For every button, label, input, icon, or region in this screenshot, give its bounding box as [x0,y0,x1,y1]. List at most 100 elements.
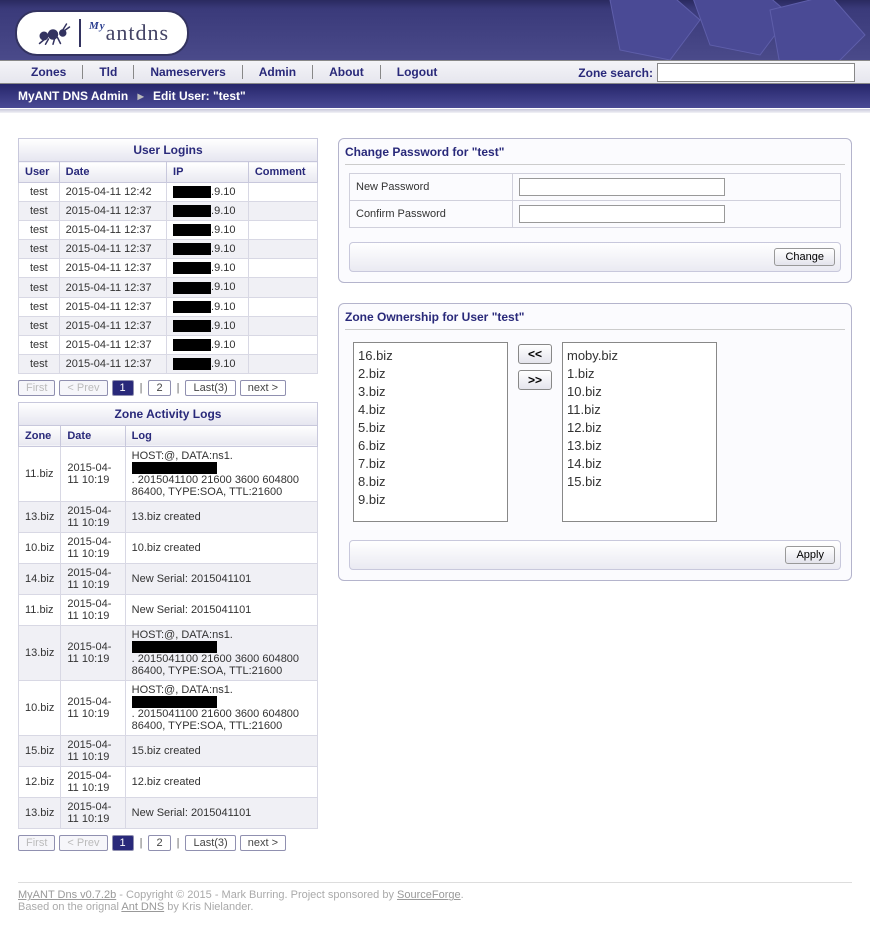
main-nav: Zones Tld Nameservers Admin About Logout… [0,60,870,84]
zone-ownership-actions: Apply [349,540,841,570]
table-row: test2015-04-11 12:37.9.10 [19,335,318,354]
table-row: 11.biz2015-04-11 10:19New Serial: 201504… [19,595,318,626]
user-logins-table: User Logins User Date IP Comment test201… [18,138,318,374]
pager-last[interactable]: Last(3) [185,835,235,851]
col-date: Date [61,425,125,446]
footer-version-link[interactable]: MyANT Dns v0.7.2b [18,889,116,901]
table-row: 12.biz2015-04-11 10:1912.biz created [19,767,318,798]
pager-first[interactable]: First [18,835,55,851]
table-row: 14.biz2015-04-11 10:19New Serial: 201504… [19,564,318,595]
nav-logout[interactable]: Logout [381,65,454,79]
change-button[interactable]: Change [774,248,835,266]
breadcrumb-root[interactable]: MyANT DNS Admin [18,89,128,103]
breadcrumb-page: Edit User: "test" [153,89,246,103]
zone-ownership-panel: Zone Ownership for User "test" 16.biz2.b… [338,303,852,581]
pager-prev[interactable]: < Prev [59,380,107,396]
pager-first[interactable]: First [18,380,55,396]
new-password-label: New Password [350,174,513,201]
nav-nameservers[interactable]: Nameservers [134,65,242,79]
table-row: test2015-04-11 12:42.9.10 [19,183,318,202]
list-item[interactable]: 12.biz [567,419,712,437]
table-row: 11.biz2015-04-11 10:19HOST:@, DATA:ns1..… [19,446,318,501]
table-row: 10.biz2015-04-11 10:1910.biz created [19,533,318,564]
list-item[interactable]: 15.biz [567,473,712,491]
list-item[interactable]: 7.biz [358,455,503,473]
list-item[interactable]: 9.biz [358,491,503,509]
table-row: test2015-04-11 12:37.9.10 [19,316,318,335]
new-password-input[interactable] [519,178,725,196]
nav-zones[interactable]: Zones [15,65,83,79]
change-password-title: Change Password for "test" [345,145,845,165]
list-item[interactable]: 4.biz [358,401,503,419]
footer-sponsor-link[interactable]: SourceForge [397,889,461,901]
list-item[interactable]: 11.biz [567,401,712,419]
dual-listbox: 16.biz2.biz3.biz4.biz5.biz6.biz7.biz8.bi… [349,338,841,526]
user-logins-title: User Logins [18,138,318,161]
col-date: Date [59,162,166,183]
list-item[interactable]: 13.biz [567,437,712,455]
list-item[interactable]: 10.biz [567,383,712,401]
nav-about[interactable]: About [313,65,381,79]
pager-next[interactable]: next > [240,380,286,396]
pager-last[interactable]: Last(3) [185,380,235,396]
col-ip: IP [167,162,249,183]
header-banner: Myantdns [0,0,870,60]
zone-search-input[interactable] [657,63,855,82]
list-item[interactable]: 8.biz [358,473,503,491]
change-password-actions: Change [349,242,841,272]
table-row: test2015-04-11 12:37.9.10 [19,297,318,316]
pager-page-1[interactable]: 1 [112,835,134,851]
list-item[interactable]: 14.biz [567,455,712,473]
apply-button[interactable]: Apply [785,546,835,564]
change-password-form: New Password Confirm Password [349,173,841,228]
logo[interactable]: Myantdns [15,10,189,56]
list-item[interactable]: 5.biz [358,419,503,437]
activity-pager: First < Prev 1 | 2 | Last(3) next > [18,835,318,851]
zone-search: Zone search: [578,63,855,82]
available-zones-list[interactable]: 16.biz2.biz3.biz4.biz5.biz6.biz7.biz8.bi… [353,342,508,522]
pager-sep: | [175,837,182,849]
table-row: 13.biz2015-04-11 10:19HOST:@, DATA:ns1..… [19,626,318,681]
zone-ownership-title: Zone Ownership for User "test" [345,310,845,330]
list-item[interactable]: 2.biz [358,365,503,383]
table-row: test2015-04-11 12:37.9.10 [19,354,318,373]
list-item[interactable]: 3.biz [358,383,503,401]
col-user: User [19,162,60,183]
confirm-password-label: Confirm Password [350,201,513,228]
chevron-right-icon: ▸ [138,89,144,103]
ant-icon [35,20,71,46]
breadcrumb: MyANT DNS Admin ▸ Edit User: "test" [0,84,870,109]
list-item[interactable]: 1.biz [567,365,712,383]
col-log: Log [125,425,317,446]
pager-page-2[interactable]: 2 [148,835,170,851]
list-item[interactable]: 16.biz [358,347,503,365]
pager-sep: | [138,382,145,394]
pager-sep: | [175,382,182,394]
list-item[interactable]: 6.biz [358,437,503,455]
table-row: 15.biz2015-04-11 10:1915.biz created [19,736,318,767]
pager-prev[interactable]: < Prev [59,835,107,851]
zone-search-label: Zone search: [578,66,653,80]
pager-page-1[interactable]: 1 [112,380,134,396]
owned-zones-list[interactable]: moby.biz1.biz10.biz11.biz12.biz13.biz14.… [562,342,717,522]
confirm-password-input[interactable] [519,205,725,223]
col-comment: Comment [248,162,317,183]
list-item[interactable]: moby.biz [567,347,712,365]
table-row: test2015-04-11 12:37.9.10 [19,221,318,240]
nav-tld[interactable]: Tld [83,65,134,79]
footer-antdns-link[interactable]: Ant DNS [121,901,164,913]
table-row: test2015-04-11 12:37.9.10 [19,278,318,297]
move-left-button[interactable]: << [518,344,552,364]
table-row: test2015-04-11 12:37.9.10 [19,259,318,278]
table-row: 10.biz2015-04-11 10:19HOST:@, DATA:ns1..… [19,681,318,736]
banner-shapes [570,0,870,60]
pager-next[interactable]: next > [240,835,286,851]
activity-table: Zone Activity Logs Zone Date Log 11.biz2… [18,402,318,829]
nav-admin[interactable]: Admin [243,65,313,79]
col-zone: Zone [19,425,61,446]
table-row: test2015-04-11 12:37.9.10 [19,202,318,221]
pager-page-2[interactable]: 2 [148,380,170,396]
move-right-button[interactable]: >> [518,370,552,390]
change-password-panel: Change Password for "test" New Password … [338,138,852,283]
logins-pager: First < Prev 1 | 2 | Last(3) next > [18,380,318,396]
